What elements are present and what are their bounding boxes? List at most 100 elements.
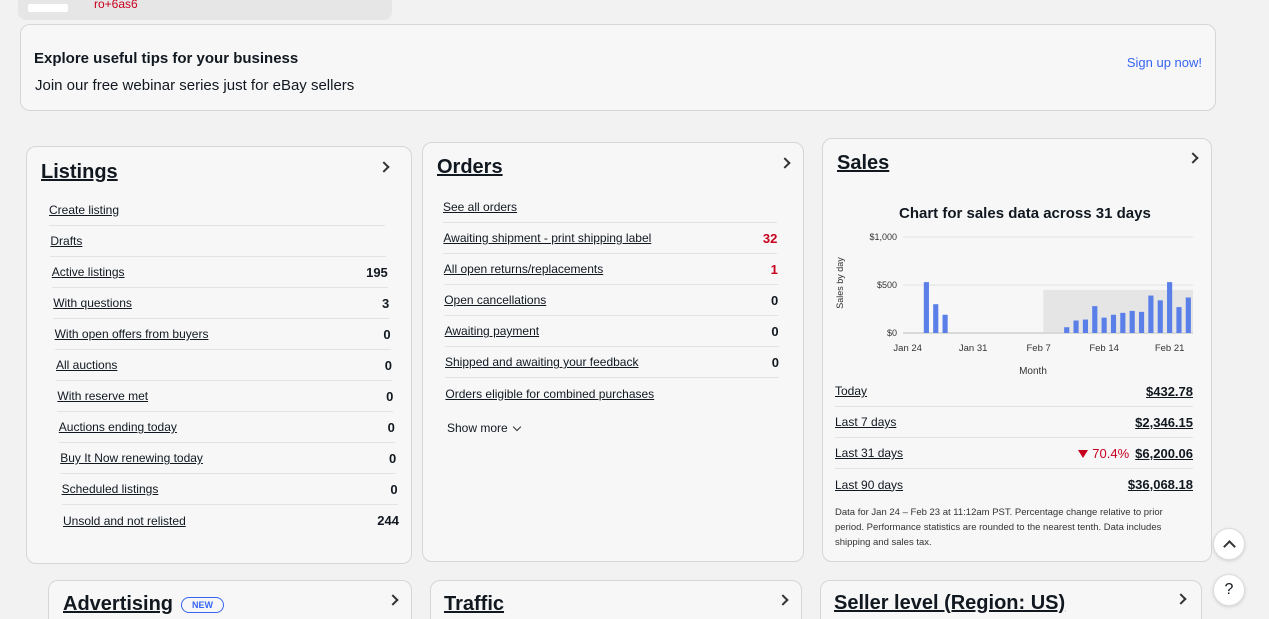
sales-period-row[interactable]: Last 90 days $36,068.18	[835, 469, 1193, 500]
sales-period-row[interactable]: Today $432.78	[835, 376, 1193, 407]
list-item[interactable]: Buy It Now renewing today 0	[60, 443, 397, 474]
help-button[interactable]: ?	[1213, 574, 1245, 606]
sales-chevron-icon[interactable]	[1187, 152, 1199, 164]
list-item[interactable]: With questions 3	[53, 288, 390, 319]
seller-level-chevron-icon[interactable]	[1175, 593, 1187, 605]
list-item[interactable]: With reserve met 0	[57, 381, 394, 412]
list-item[interactable]: All open returns/replacements 1	[443, 254, 778, 285]
sales-period-values: $2,346.15	[1135, 415, 1193, 430]
seller-level-title[interactable]: Seller level (Region: US)	[834, 592, 1065, 615]
advertising-title[interactable]: Advertising NEW	[63, 593, 225, 616]
list-item-label[interactable]: With open offers from buyers	[55, 327, 209, 341]
chevron-up-icon	[1222, 539, 1236, 553]
list-item-label[interactable]: Unsold and not relisted	[63, 514, 186, 528]
list-item[interactable]: Open cancellations 0	[444, 285, 779, 316]
seller-level-card: Seller level (Region: US)	[820, 580, 1202, 619]
chart-bar-feb-10[interactable]	[1064, 327, 1070, 333]
chart-bar-feb-13[interactable]	[1092, 306, 1098, 333]
listings-title[interactable]: Listings	[41, 161, 118, 184]
top-partial-bar: ro+6as6	[18, 0, 392, 20]
list-item[interactable]: Awaiting payment 0	[444, 316, 779, 347]
orders-card: Orders See all orders Awaiting shipment -…	[422, 142, 804, 562]
list-item-label[interactable]: Drafts	[50, 234, 82, 248]
chart-bar-feb-18[interactable]	[1138, 311, 1145, 333]
list-item-label[interactable]: Buy It Now renewing today	[60, 451, 203, 465]
chart-bar-jan-28[interactable]	[942, 314, 948, 333]
chart-bar-feb-21[interactable]	[1167, 282, 1173, 333]
sales-period-values: $36,068.18	[1128, 477, 1193, 492]
list-item-count: 0	[771, 354, 779, 370]
chart-bar-feb-17[interactable]	[1129, 310, 1135, 333]
list-item-label[interactable]: Scheduled listings	[62, 482, 159, 496]
chart-bar-jan-26[interactable]	[923, 282, 929, 333]
chart-bar-feb-12[interactable]	[1082, 319, 1088, 333]
webinar-banner: Explore useful tips for your business Jo…	[20, 24, 1216, 111]
list-item-label[interactable]: Awaiting payment	[445, 324, 540, 338]
chart-bar-feb-14[interactable]	[1101, 317, 1107, 333]
list-item-label[interactable]: Open cancellations	[444, 293, 546, 307]
sales-period-label[interactable]: Last 90 days	[835, 478, 903, 492]
list-item-label[interactable]: Active listings	[52, 265, 125, 279]
list-item-label[interactable]: Create listing	[49, 203, 119, 217]
list-item[interactable]: Auctions ending today 0	[58, 412, 395, 443]
sales-period-row[interactable]: Last 7 days $2,346.15	[835, 407, 1193, 438]
advertising-chevron-icon[interactable]	[387, 594, 399, 606]
list-item[interactable]: Create listing	[49, 195, 385, 226]
chart-bar-feb-22[interactable]	[1176, 307, 1182, 333]
chart-bar-jan-27[interactable]	[933, 304, 939, 333]
sales-amount[interactable]: $36,068.18	[1128, 477, 1193, 492]
list-item-count: 0	[384, 357, 392, 373]
chart-xtick-label: Jan 31	[959, 343, 988, 354]
scroll-to-top-button[interactable]	[1213, 528, 1245, 560]
list-item[interactable]: Unsold and not relisted 244	[63, 505, 399, 536]
listings-chevron-icon[interactable]	[378, 161, 390, 173]
list-item-label[interactable]: All auctions	[56, 358, 117, 372]
list-item[interactable]: Scheduled listings 0	[61, 474, 398, 505]
list-item-label[interactable]: See all orders	[443, 200, 517, 214]
list-item-label[interactable]: All open returns/replacements	[444, 262, 603, 276]
sign-up-link[interactable]: Sign up now!	[1127, 55, 1202, 70]
list-item-count: 0	[771, 323, 779, 339]
chart-bar-feb-20[interactable]	[1157, 300, 1163, 333]
list-item[interactable]: Active listings 195	[51, 257, 388, 288]
show-more-button[interactable]: Show more	[447, 421, 521, 435]
banner-title: Explore useful tips for your business	[34, 50, 299, 67]
banner-subtitle: Join our free webinar series just for eB…	[35, 77, 355, 94]
list-item[interactable]: Drafts	[50, 226, 387, 257]
orders-title[interactable]: Orders	[437, 156, 503, 179]
orders-chevron-icon[interactable]	[779, 157, 791, 169]
sales-period-label[interactable]: Today	[835, 384, 867, 398]
list-item-label[interactable]: With reserve met	[57, 389, 148, 403]
sales-period-label[interactable]: Last 7 days	[835, 415, 896, 429]
chart-bar-feb-11[interactable]	[1073, 320, 1079, 333]
advertising-card: Advertising NEW	[48, 580, 412, 619]
chart-bar-feb-15[interactable]	[1110, 314, 1117, 333]
sales-period-label[interactable]: Last 31 days	[835, 446, 903, 460]
list-item[interactable]: Shipped and awaiting your feedback 0	[445, 347, 779, 378]
list-item-label[interactable]: Shipped and awaiting your feedback	[445, 355, 638, 369]
traffic-chevron-icon[interactable]	[777, 594, 789, 606]
list-item-label[interactable]: With questions	[53, 296, 132, 310]
list-item[interactable]: All auctions 0	[56, 350, 392, 381]
list-item[interactable]: See all orders	[443, 192, 777, 223]
chart-bar-feb-16[interactable]	[1120, 312, 1126, 333]
sales-amount[interactable]: $432.78	[1146, 384, 1193, 399]
sales-amount[interactable]: $6,200.06	[1135, 446, 1193, 461]
chart-ylabel: Sales by day	[835, 257, 845, 309]
sales-title[interactable]: Sales	[837, 152, 889, 175]
advertising-title-text: Advertising	[63, 593, 174, 615]
sales-amount[interactable]: $2,346.15	[1135, 415, 1193, 430]
list-item-label[interactable]: Orders eligible for combined purchases	[445, 387, 654, 401]
traffic-title[interactable]: Traffic	[444, 593, 504, 616]
show-more-label: Show more	[447, 421, 508, 435]
chart-bar-feb-23[interactable]	[1185, 297, 1191, 333]
list-item[interactable]: Awaiting shipment - print shipping label…	[443, 223, 778, 254]
chart-bar-feb-19[interactable]	[1148, 295, 1154, 333]
sales-period-row[interactable]: Last 31 days 70.4% $6,200.06	[835, 438, 1193, 469]
list-item[interactable]: With open offers from buyers 0	[54, 319, 391, 350]
list-item-label[interactable]: Awaiting shipment - print shipping label	[443, 231, 651, 245]
listings-card: Listings Create listing Drafts Active list…	[26, 146, 412, 564]
list-item[interactable]: Orders eligible for combined purchases	[445, 378, 779, 409]
list-item-label[interactable]: Auctions ending today	[59, 420, 177, 434]
partial-text: ro+6as6	[94, 0, 138, 11]
